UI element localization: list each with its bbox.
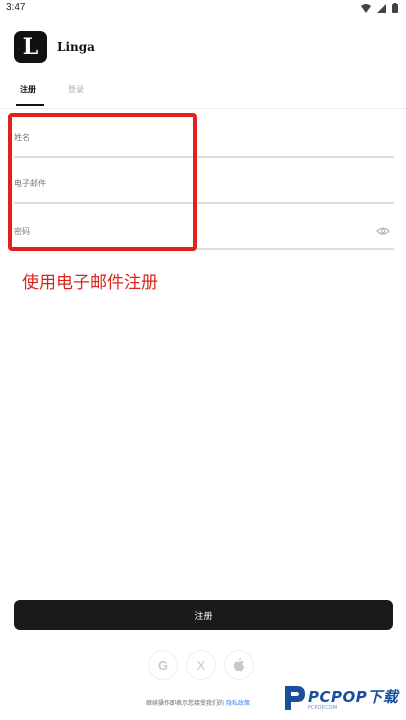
- google-login-button[interactable]: G: [148, 650, 178, 680]
- privacy-policy-link[interactable]: 隐私政策: [226, 700, 250, 707]
- register-button[interactable]: 注册: [14, 600, 393, 630]
- tab-login[interactable]: 登录: [56, 84, 96, 106]
- password-field[interactable]: 密码: [14, 220, 394, 250]
- terms-prefix: 继续操作即表示您接受我们的: [146, 700, 225, 707]
- status-time: 3:47: [6, 2, 26, 13]
- name-underline: [14, 156, 394, 158]
- password-input[interactable]: [14, 220, 394, 248]
- signal-icon: [377, 3, 386, 13]
- google-icon: G: [157, 657, 169, 673]
- show-password-eye-icon[interactable]: [376, 221, 390, 240]
- battery-icon: [392, 3, 398, 13]
- tabs-divider: [0, 108, 406, 109]
- email-field[interactable]: 电子邮件: [14, 174, 394, 204]
- email-underline: [14, 202, 394, 204]
- email-input[interactable]: [14, 174, 394, 202]
- name-field[interactable]: 姓名: [14, 128, 394, 158]
- tab-register[interactable]: 注册: [14, 84, 44, 106]
- terms-text: 继续操作即表示您接受我们的 隐私政策: [146, 698, 250, 707]
- app-logo-letter: L: [22, 34, 39, 60]
- status-bar: 3:47: [0, 0, 406, 16]
- pcpop-logo-icon: [285, 686, 305, 710]
- annotation-text: 使用电子邮件注册: [22, 273, 158, 293]
- name-input[interactable]: [14, 128, 394, 156]
- auth-tabs: 注册 登录: [14, 84, 96, 106]
- app-header: L Linga: [14, 31, 95, 63]
- pcpop-watermark: PCPOP下载 PCPOP.COM: [282, 684, 398, 712]
- app-logo: L: [14, 31, 47, 63]
- x-icon: X: [196, 657, 206, 673]
- apple-icon: [233, 658, 245, 672]
- app-name: Linga: [57, 40, 95, 54]
- apple-login-button[interactable]: [224, 650, 254, 680]
- watermark-brand: PCPOP下载: [308, 687, 399, 706]
- wifi-icon: [361, 3, 371, 13]
- x-login-button[interactable]: X: [186, 650, 216, 680]
- social-login-row: G X: [148, 650, 254, 680]
- password-underline: [14, 248, 394, 250]
- status-icons: [361, 3, 398, 13]
